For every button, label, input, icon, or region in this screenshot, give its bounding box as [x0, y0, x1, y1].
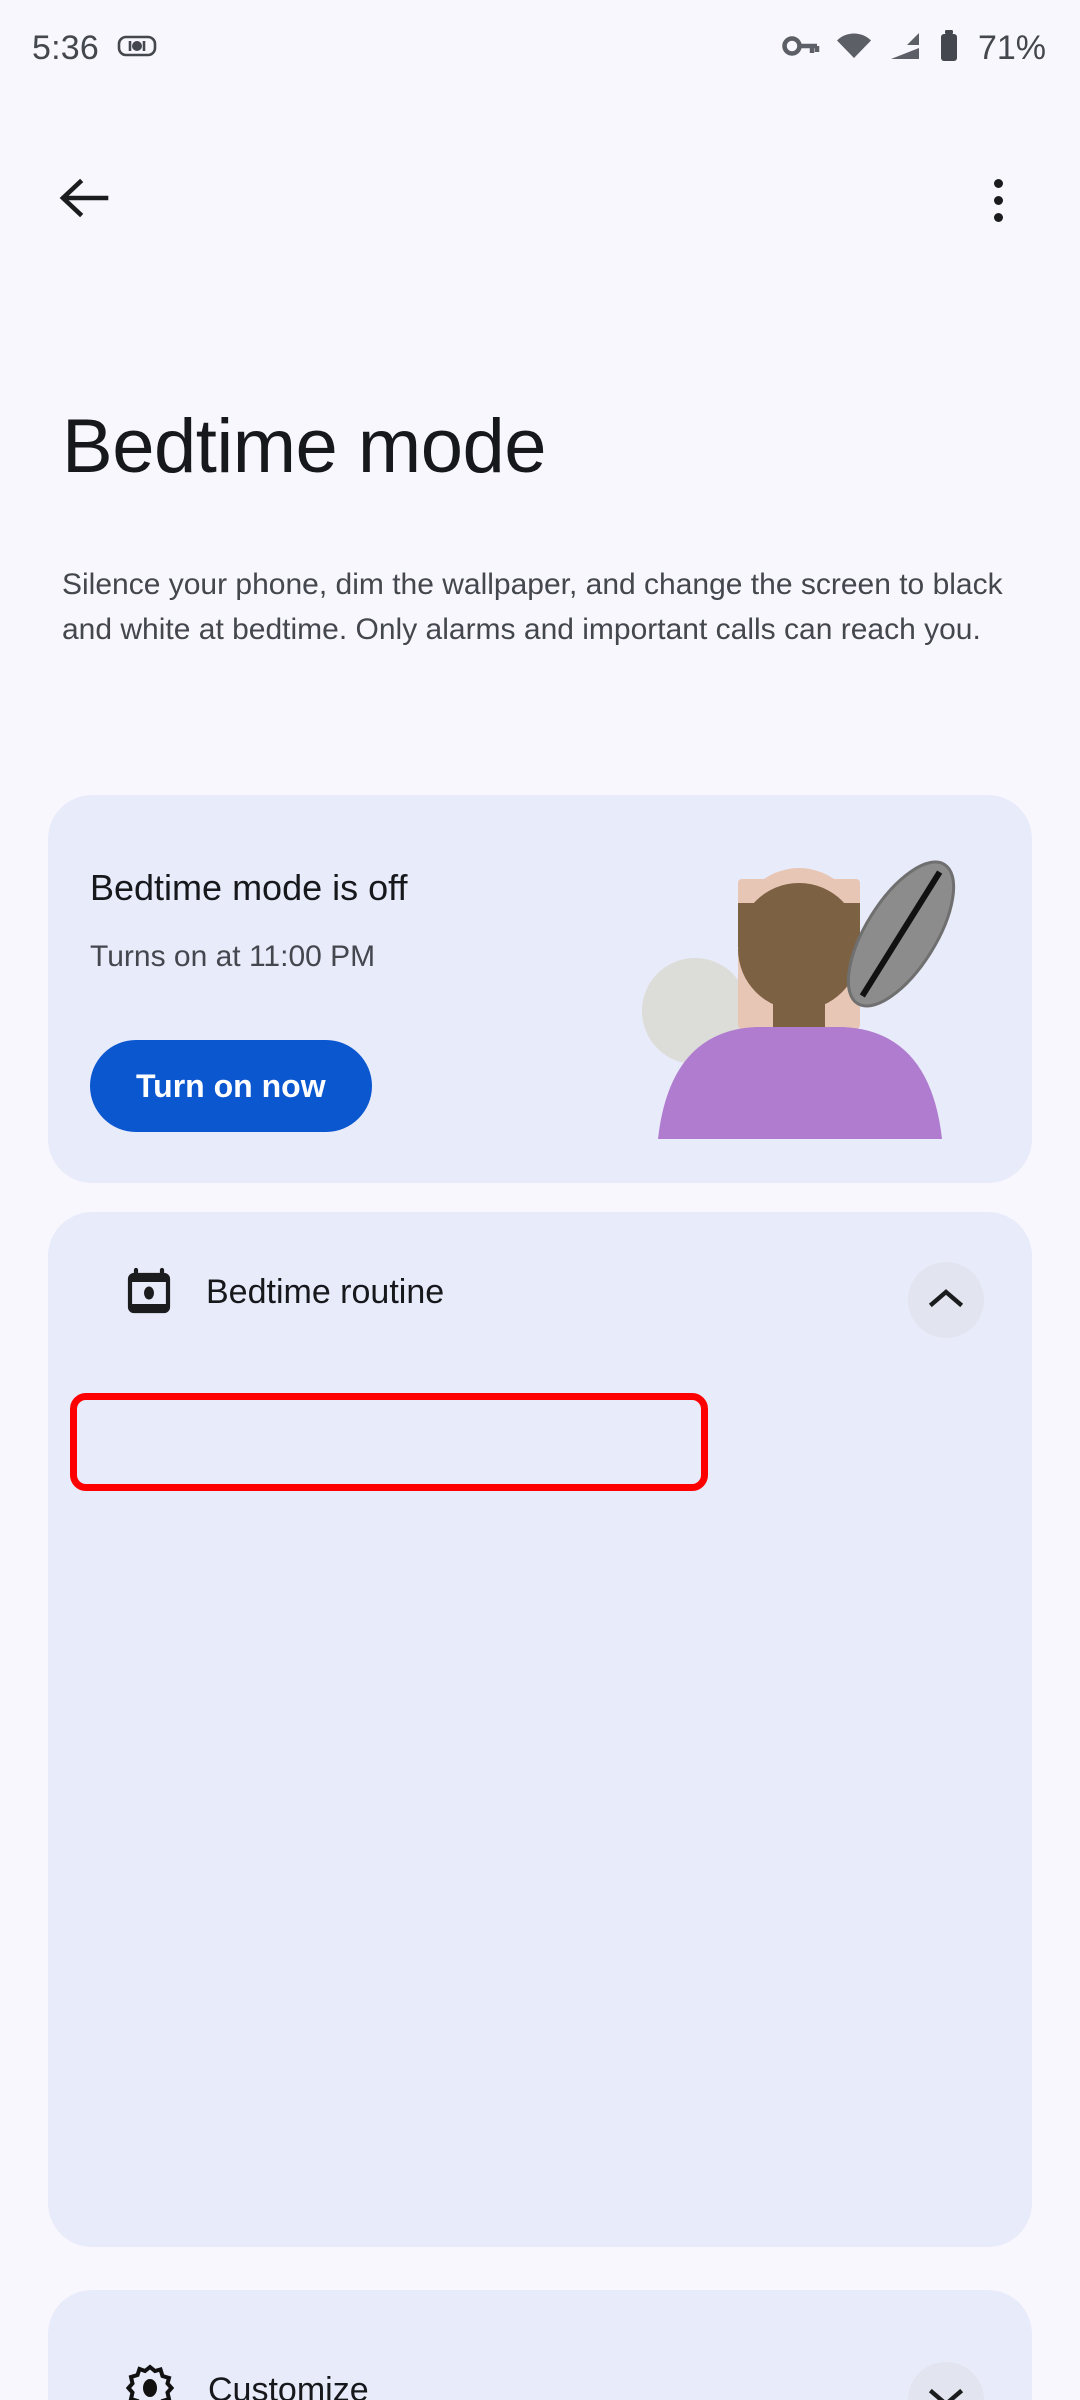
chevron-up-icon	[928, 1286, 964, 1315]
bedtime-routine-card: Bedtime routine Use a schedule Start End…	[48, 1212, 1032, 2247]
status-bar-right: 71%	[782, 29, 1046, 68]
page-title: Bedtime mode	[62, 404, 547, 489]
status-bar-left: 5:36	[32, 29, 157, 68]
more-vertical-icon	[993, 178, 1003, 222]
overflow-menu-button[interactable]	[960, 162, 1036, 238]
battery-percent-label: 71%	[977, 28, 1046, 67]
bedtime-status-subtitle: Turns on at 11:00 PM	[90, 940, 376, 973]
bedtime-routine-header[interactable]: Bedtime routine	[48, 1212, 1032, 1372]
sleeping-person-illustration	[638, 839, 986, 1139]
chevron-down-icon	[928, 2386, 964, 2400]
wifi-icon	[836, 32, 872, 65]
back-button[interactable]	[46, 162, 122, 238]
customize-card: Customize	[48, 2290, 1032, 2400]
battery-icon	[938, 29, 960, 67]
bedtime-mode-screen: 5:36 71% Bedtime mode Silence your phone…	[0, 0, 1080, 2400]
customize-header[interactable]: Customize	[48, 2290, 1032, 2400]
bedtime-routine-label: Bedtime routine	[206, 1272, 445, 1311]
status-bar-clock: 5:36	[32, 28, 99, 67]
bedtime-routine-collapse-button[interactable]	[908, 1262, 984, 1338]
turn-on-now-button[interactable]: Turn on now	[90, 1040, 372, 1132]
arrow-left-icon	[58, 176, 110, 225]
calendar-icon	[126, 1266, 172, 1319]
screen-record-icon	[117, 33, 157, 64]
bedtime-status-card: Bedtime mode is off Turns on at 11:00 PM…	[48, 795, 1032, 1183]
cellular-signal-icon	[888, 32, 922, 65]
customize-label: Customize	[208, 2370, 369, 2400]
vpn-key-icon	[782, 32, 820, 65]
status-bar: 5:36 71%	[0, 0, 1080, 96]
app-bar	[0, 140, 1080, 260]
bedtime-status-title: Bedtime mode is off	[90, 867, 408, 908]
gear-icon	[125, 2363, 175, 2400]
page-description: Silence your phone, dim the wallpaper, a…	[62, 568, 1003, 646]
